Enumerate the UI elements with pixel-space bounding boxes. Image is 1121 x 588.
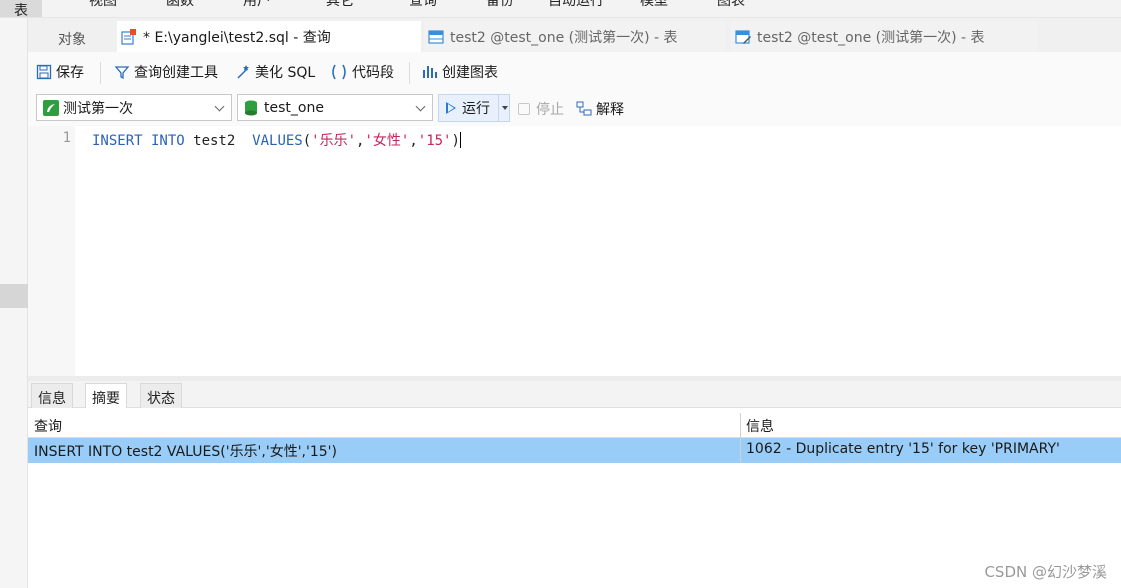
connection-icon	[43, 99, 59, 116]
stop-button[interactable]: 停止	[518, 99, 564, 119]
toolbar: 保存 查询创建工具 美化 SQL 代码段 创建图表	[28, 52, 1121, 92]
toolbar-divider	[409, 62, 410, 84]
tab-table-test2-a[interactable]: test2 @test_one (测试第一次) - 表	[424, 21, 726, 52]
menu-view[interactable]: 视图	[89, 0, 117, 10]
line-number: 1	[62, 130, 71, 146]
tab-table-test2-b[interactable]: test2 @test_one (测试第一次) - 表	[731, 21, 1038, 52]
grid-header: 查询 信息	[28, 413, 1121, 438]
toolbar-divider	[100, 62, 101, 84]
chevron-down-icon	[415, 101, 426, 112]
table-row[interactable]: INSERT INTO test2 VALUES('乐乐','女性','15')…	[28, 438, 1121, 463]
database-select[interactable]: test_one	[237, 94, 433, 121]
tab-objects[interactable]: 对象	[58, 23, 86, 54]
database-value: test_one	[264, 99, 324, 116]
menu-chart[interactable]: 图表	[717, 0, 745, 10]
menu-other[interactable]: 其它	[326, 0, 354, 10]
code-snippet-label: 代码段	[352, 65, 394, 81]
tab-status[interactable]: 状态	[140, 383, 182, 408]
cell-info: 1062 - Duplicate entry '15' for key 'PRI…	[746, 441, 1060, 457]
create-chart-label: 创建图表	[442, 65, 498, 81]
parentheses-icon	[330, 64, 348, 80]
tab-table-label: test2 @test_one (测试第一次) - 表	[757, 29, 985, 46]
sql-identifier: test2	[184, 133, 253, 149]
database-icon	[244, 100, 258, 116]
connection-select[interactable]: 测试第一次	[36, 94, 232, 121]
explain-icon	[576, 101, 592, 117]
query-builder-label: 查询创建工具	[134, 65, 218, 81]
tab-summary[interactable]: 摘要	[85, 383, 127, 408]
stop-label: 停止	[536, 102, 564, 118]
column-header-info[interactable]: 信息	[740, 413, 1121, 438]
column-header-query[interactable]: 查询	[28, 413, 740, 438]
menu-backup[interactable]: 备份	[486, 0, 514, 10]
cell-query: INSERT INTO test2 VALUES('乐乐','女性','15')	[34, 444, 337, 460]
result-tabs: 信息 摘要 状态	[28, 381, 1121, 408]
watermark: CSDN @幻沙梦溪	[984, 563, 1107, 581]
sql-string: '乐乐'	[311, 133, 357, 149]
menu-bar: 表 视图 函数 用户 其它 查询 备份 自动运行 模型 图表	[0, 0, 1121, 18]
menu-model[interactable]: 模型	[640, 0, 668, 10]
sql-keyword: INSERT INTO	[92, 133, 185, 149]
panel-collapse-handle[interactable]	[0, 284, 28, 308]
menu-function[interactable]: 函数	[166, 0, 194, 10]
menu-table[interactable]: 表	[0, 0, 42, 17]
tab-bar: 对象 * E:\yanglei\test2.sql - 查询 test2 @te…	[28, 18, 1121, 54]
text-cursor	[459, 132, 461, 148]
magic-wand-icon	[235, 64, 251, 80]
navicat-window: 表 视图 函数 用户 其它 查询 备份 自动运行 模型 图表 对象 * E:\y…	[0, 0, 1121, 588]
save-button[interactable]: 保存	[36, 62, 84, 82]
sql-string: '女性'	[364, 133, 410, 149]
sql-punct: )	[451, 133, 460, 149]
tab-query-label: * E:\yanglei\test2.sql - 查询	[143, 29, 331, 46]
column-divider[interactable]	[740, 413, 741, 463]
sql-punct: ,	[409, 133, 418, 149]
stop-icon	[518, 103, 530, 115]
sql-punct: (	[302, 133, 312, 149]
explain-button[interactable]: 解释	[576, 99, 624, 119]
menu-automation[interactable]: 自动运行	[548, 0, 604, 10]
connection-value: 测试第一次	[63, 100, 133, 117]
chevron-down-icon	[214, 101, 225, 112]
explain-label: 解释	[596, 102, 624, 118]
play-icon	[446, 102, 456, 114]
code-line: INSERT INTO test2 VALUES('乐乐','女性','15')	[92, 130, 461, 150]
sql-keyword: VALUES	[252, 133, 303, 149]
tab-table-label: test2 @test_one (测试第一次) - 表	[450, 29, 678, 46]
save-label: 保存	[56, 65, 84, 81]
query-builder-button[interactable]: 查询创建工具	[114, 62, 218, 82]
query-file-icon	[121, 28, 137, 45]
line-gutter: 1	[28, 126, 75, 376]
sql-editor[interactable]: 1 INSERT INTO test2 VALUES('乐乐','女性','15…	[28, 126, 1121, 376]
table-icon	[428, 29, 444, 45]
table-edit-icon	[735, 29, 751, 45]
code-snippet-button[interactable]: 代码段	[330, 62, 394, 82]
create-chart-button[interactable]: 创建图表	[422, 62, 498, 82]
menu-query[interactable]: 查询	[409, 0, 437, 10]
query-builder-icon	[114, 64, 130, 80]
menu-user[interactable]: 用户	[243, 0, 271, 10]
result-grid: 查询 信息 INSERT INTO test2 VALUES('乐乐','女性'…	[28, 408, 1121, 588]
query-run-bar: 测试第一次 test_one 运行 停止 解释	[28, 92, 1121, 126]
bar-chart-icon	[422, 64, 438, 80]
sql-string: '15'	[417, 133, 452, 149]
tab-query-test2[interactable]: * E:\yanglei\test2.sql - 查询	[117, 21, 421, 52]
beautify-sql-button[interactable]: 美化 SQL	[235, 62, 315, 82]
left-panel-strip	[0, 18, 28, 588]
run-options-dropdown[interactable]	[498, 95, 509, 121]
tab-objects-label: 对象	[58, 31, 86, 48]
run-button[interactable]: 运行	[438, 94, 510, 122]
save-icon	[36, 64, 52, 80]
run-label: 运行	[462, 101, 490, 117]
tab-message[interactable]: 信息	[31, 383, 73, 408]
beautify-sql-label: 美化 SQL	[255, 65, 316, 81]
